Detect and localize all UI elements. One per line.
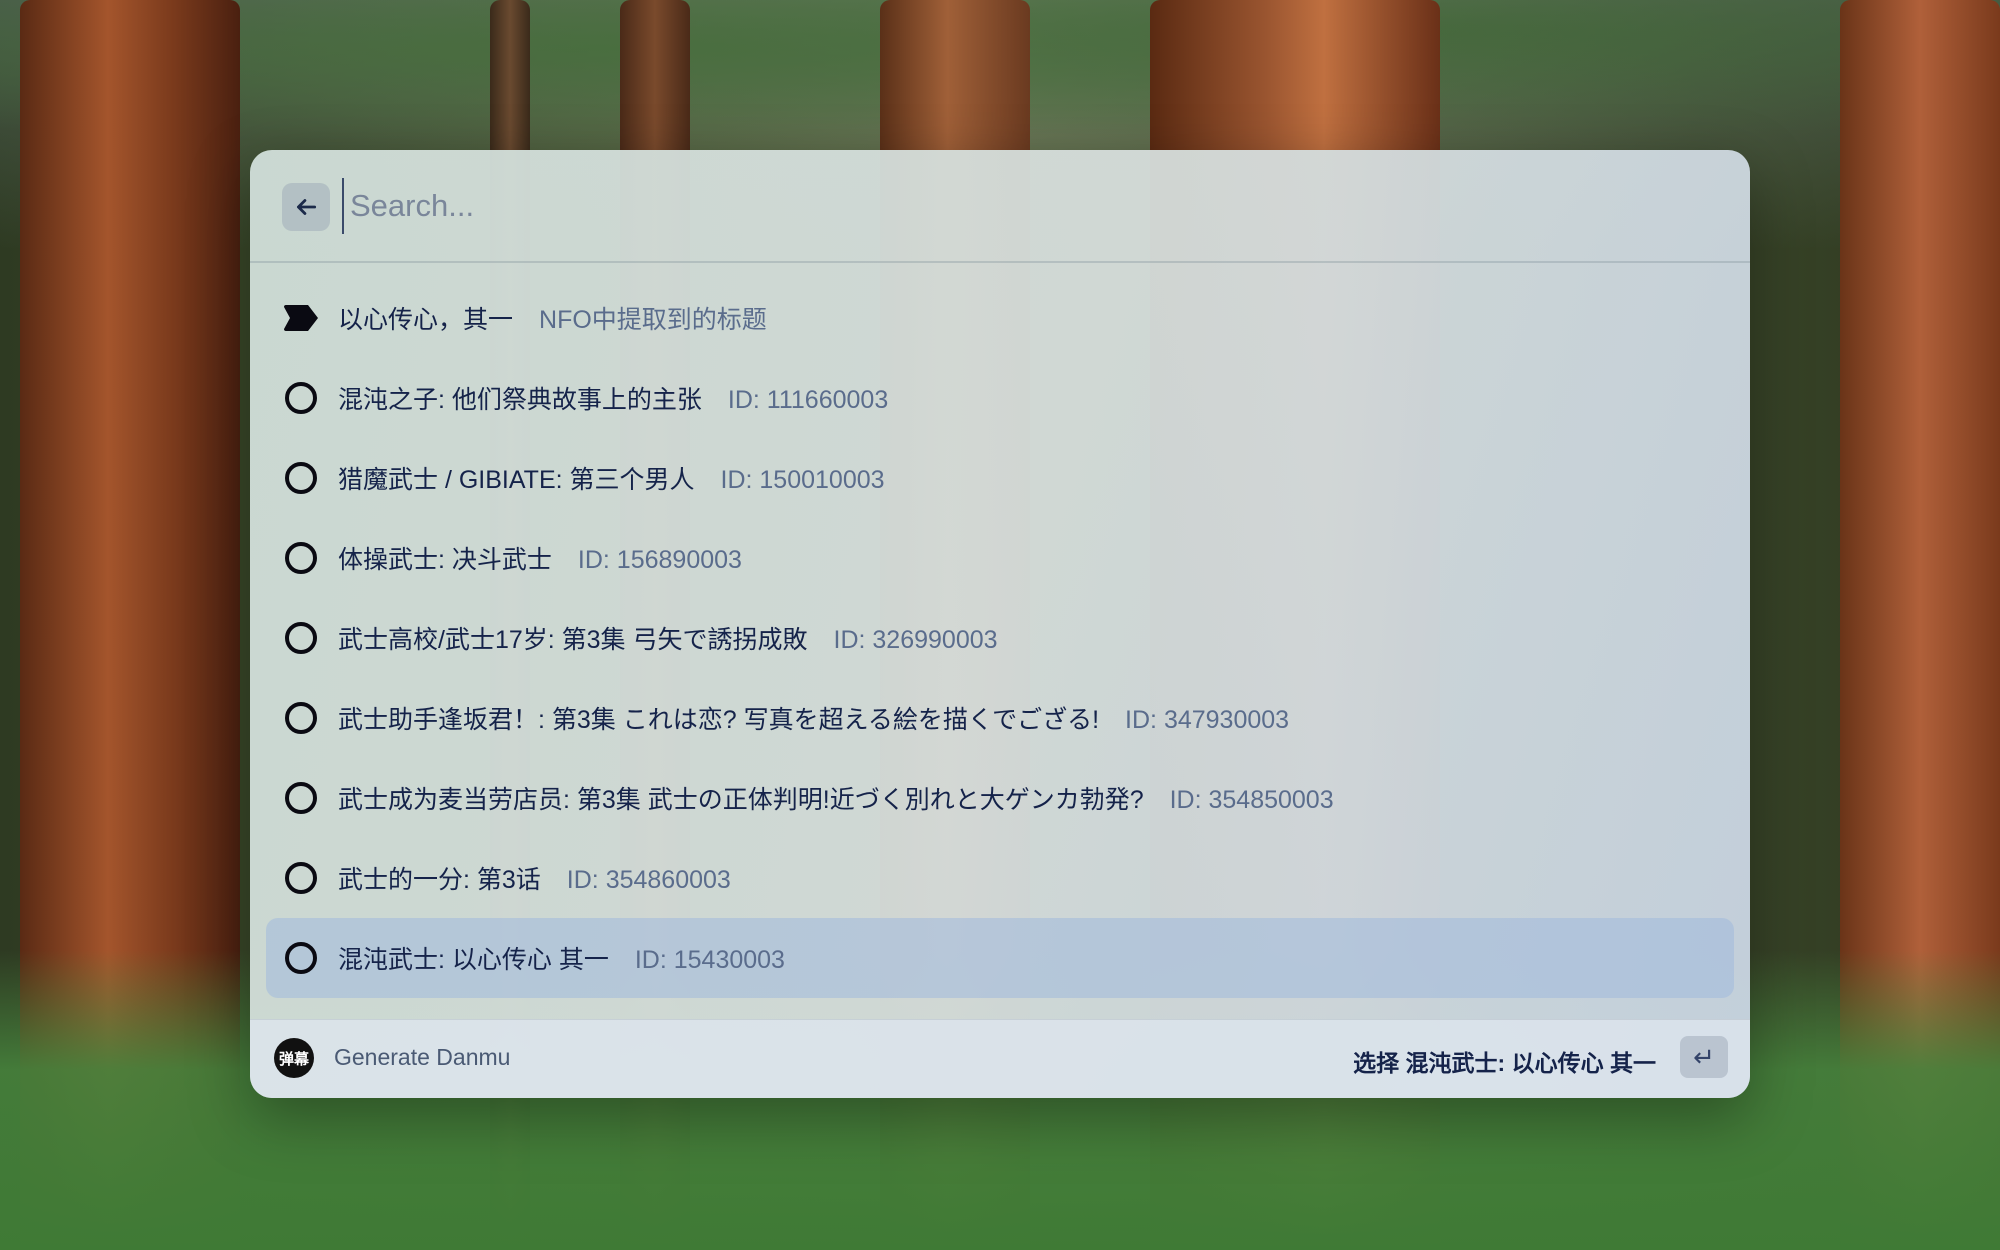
list-item-title: 武士成为麦当劳店员: 第3集 武士の正体判明!近づく別れと大ゲンカ勃発? [338, 786, 1144, 814]
list-item-text: 以心传心，其一 NFO中提取到的标题 [338, 300, 767, 336]
circle-icon [281, 698, 321, 738]
list-item-title: 猎魔武士 / GIBIATE: 第三个男人 [338, 466, 695, 494]
list-item[interactable]: 武士的一分: 第3话 ID: 354860003 [266, 838, 1734, 918]
list-item-subtitle: ID: 15430003 [634, 946, 785, 974]
launcher-window: 以心传心，其一 NFO中提取到的标题混沌之子: 他们祭典故事上的主张 ID: 111… [250, 150, 1750, 1098]
primary-action-label[interactable]: 选择 混沌武士: 以心传心 其一 [1353, 1044, 1656, 1078]
list-item[interactable]: 以心传心，其一 NFO中提取到的标题 [266, 278, 1734, 358]
list-item-subtitle: ID: 111660003 [727, 386, 889, 414]
circle-icon [281, 378, 321, 418]
list-item[interactable]: 混沌之子: 他们祭典故事上的主张 ID: 111660003 [266, 358, 1734, 438]
search-bar [250, 150, 1750, 263]
list-item[interactable]: 体操武士: 决斗武士 ID: 156890003 [266, 518, 1734, 598]
list-item-subtitle: ID: 156890003 [577, 546, 742, 574]
list-item-subtitle: ID: 354850003 [1169, 786, 1334, 814]
app-name: Generate Danmu [334, 1044, 511, 1070]
back-button[interactable] [282, 183, 330, 231]
list-item-text: 混沌武士: 以心传心 其一 ID: 15430003 [338, 940, 785, 976]
list-item-subtitle: NFO中提取到的标题 [539, 306, 767, 334]
app-logo-icon: 弹幕 [274, 1038, 314, 1078]
list-item[interactable]: 武士助手逢坂君！: 第3集 これは恋? 写真を超える絵を描くでござる! ID: 3… [266, 678, 1734, 758]
circle-icon [281, 858, 321, 898]
list-item-text: 武士助手逢坂君！: 第3集 これは恋? 写真を超える絵を描くでござる! ID: 3… [338, 700, 1289, 736]
list-item-subtitle: ID: 150010003 [720, 466, 885, 494]
result-list: 以心传心，其一 NFO中提取到的标题混沌之子: 他们祭典故事上的主张 ID: 111… [266, 278, 1734, 998]
list-item-title: 混沌武士: 以心传心 其一 [338, 946, 609, 974]
circle-icon [281, 778, 321, 818]
list-item-subtitle: ID: 354860003 [566, 866, 731, 894]
desktop-wallpaper: 以心传心，其一 NFO中提取到的标题混沌之子: 他们祭典故事上的主张 ID: 111… [0, 0, 2000, 1250]
circle-icon [281, 938, 321, 978]
search-input[interactable] [342, 178, 1702, 234]
list-item-title: 混沌之子: 他们祭典故事上的主张 [338, 386, 702, 414]
list-item-title: 体操武士: 决斗武士 [338, 546, 552, 574]
list-item-subtitle: ID: 326990003 [833, 626, 998, 654]
circle-icon [281, 538, 321, 578]
arrow-left-icon [297, 199, 317, 215]
list-item-text: 混沌之子: 他们祭典故事上的主张 ID: 111660003 [338, 380, 888, 416]
list-item[interactable]: 混沌武士: 以心传心 其一 ID: 15430003 [266, 918, 1734, 998]
circle-icon [281, 618, 321, 658]
list-item-title: 武士的一分: 第3话 [338, 866, 541, 894]
list-item-subtitle: ID: 347930003 [1125, 706, 1290, 734]
list-item-title: 武士助手逢坂君！: 第3集 これは恋? 写真を超える絵を描くでござる! [338, 706, 1100, 734]
list-item-text: 武士的一分: 第3话 ID: 354860003 [338, 860, 731, 896]
list-item-text: 体操武士: 决斗武士 ID: 156890003 [338, 540, 742, 576]
list-item[interactable]: 武士高校/武士17岁: 第3集 弓矢で誘拐成敗 ID: 326990003 [266, 598, 1734, 678]
list-item-text: 猎魔武士 / GIBIATE: 第三个男人 ID: 150010003 [338, 460, 885, 496]
list-item-title: 武士高校/武士17岁: 第3集 弓矢で誘拐成敗 [338, 626, 808, 654]
list-item[interactable]: 猎魔武士 / GIBIATE: 第三个男人 ID: 150010003 [266, 438, 1734, 518]
tag-icon [281, 298, 321, 338]
action-bar: 弹幕 Generate Danmu 选择 混沌武士: 以心传心 其一 ↵ [250, 1019, 1750, 1098]
list-item-text: 武士成为麦当劳店员: 第3集 武士の正体判明!近づく別れと大ゲンカ勃発? ID: … [338, 780, 1334, 816]
list-item[interactable]: 武士成为麦当劳店员: 第3集 武士の正体判明!近づく別れと大ゲンカ勃発? ID: … [266, 758, 1734, 838]
list-item-text: 武士高校/武士17岁: 第3集 弓矢で誘拐成敗 ID: 326990003 [338, 620, 998, 656]
enter-key-icon[interactable]: ↵ [1680, 1036, 1728, 1078]
circle-icon [281, 458, 321, 498]
list-item-title: 以心传心，其一 [338, 306, 514, 334]
